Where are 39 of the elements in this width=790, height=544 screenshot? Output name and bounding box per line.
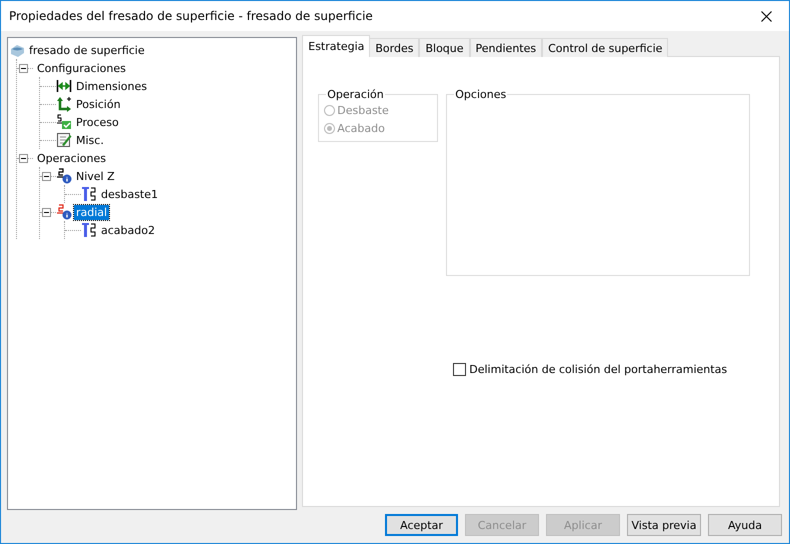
tree-item[interactable]: radial: [74, 204, 110, 220]
tab[interactable]: Control de superficie: [542, 38, 668, 57]
dialog-button[interactable]: Ayuda: [708, 514, 782, 536]
tab[interactable]: Estrategia: [302, 35, 370, 57]
collapse-toggle[interactable]: [42, 208, 51, 216]
checkbox[interactable]: [453, 363, 466, 376]
tree-item[interactable]: fresado de superficie: [27, 42, 147, 58]
part-icon: [9, 42, 25, 58]
tab[interactable]: Bordes: [369, 38, 420, 57]
tool-icon: [81, 222, 97, 238]
tree-item[interactable]: Configuraciones: [35, 60, 128, 76]
tree-item[interactable]: Misc.: [74, 132, 106, 148]
dialog-button[interactable]: Vista previa: [627, 514, 701, 536]
tree-item[interactable]: Nivel Z: [74, 168, 117, 184]
tree-item[interactable]: desbaste1: [99, 186, 160, 202]
group-title: Opciones: [454, 88, 508, 101]
window-title: Propiedades del fresado de superficie - fresado de superficie: [9, 9, 373, 23]
tool-icon: [81, 186, 97, 202]
dialog-button[interactable]: Aceptar: [385, 514, 458, 536]
collapse-toggle[interactable]: [19, 154, 28, 162]
close-icon: [760, 10, 772, 22]
radio-label: Desbaste: [337, 104, 389, 116]
tab[interactable]: Bloque: [419, 38, 470, 57]
tree-item[interactable]: Operaciones: [35, 150, 108, 166]
dimension-icon: [56, 78, 72, 94]
checkbox-label: Delimitación de colisión del portaherramientas: [469, 363, 728, 376]
tree-item[interactable]: Proceso: [74, 114, 121, 130]
operation-icon: [56, 168, 72, 184]
operation-icon: [56, 204, 72, 220]
radio-label: Acabado: [337, 122, 385, 134]
axes-icon: [56, 96, 72, 112]
group-title: Operación: [326, 88, 385, 101]
collapse-toggle[interactable]: [42, 172, 51, 180]
tree-item[interactable]: Posición: [74, 96, 123, 112]
process-icon: [56, 114, 72, 130]
tab[interactable]: Pendientes: [470, 38, 542, 57]
tree-item[interactable]: acabado2: [99, 222, 157, 238]
collapse-toggle[interactable]: [19, 64, 28, 72]
tree-item[interactable]: Dimensiones: [74, 78, 149, 94]
